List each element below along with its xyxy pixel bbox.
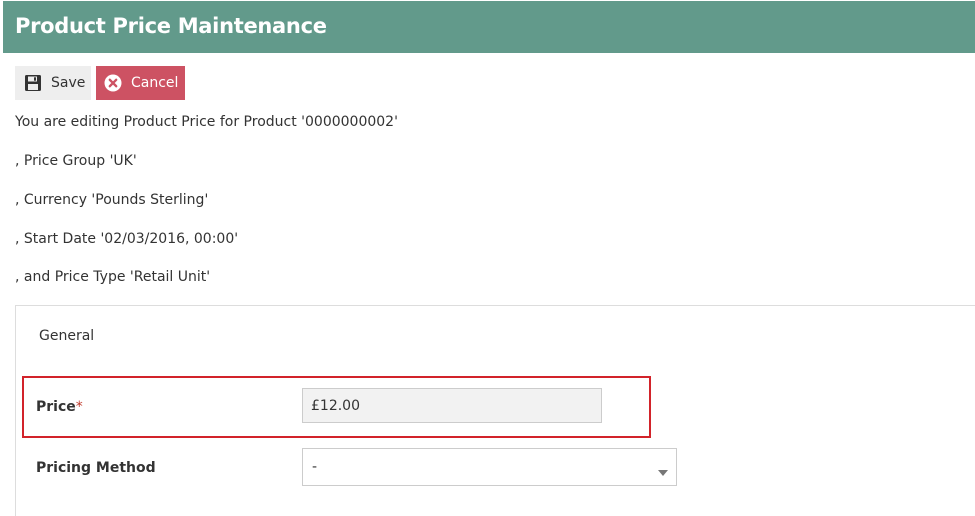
pricing-method-value: - — [312, 459, 318, 475]
page-title: Product Price Maintenance — [15, 14, 327, 38]
save-label: Save — [51, 75, 86, 91]
intro-line-currency: , Currency 'Pounds Sterling' — [15, 192, 209, 208]
save-button[interactable]: Save — [15, 66, 91, 100]
cancel-label: Cancel — [131, 75, 179, 91]
cancel-button[interactable]: Cancel — [96, 66, 185, 100]
intro-line-price-type: , and Price Type 'Retail Unit' — [15, 269, 211, 285]
price-input[interactable] — [302, 388, 602, 423]
panel-title: General — [39, 328, 95, 344]
required-marker: * — [75, 399, 83, 415]
pricing-method-select[interactable]: - — [302, 448, 677, 486]
page-header: Product Price Maintenance — [3, 1, 975, 53]
general-panel: General Price* Pricing Method - — [15, 305, 975, 516]
times-circle-icon — [104, 74, 122, 92]
floppy-disk-icon — [24, 74, 42, 92]
price-label-text: Price — [36, 399, 76, 415]
pricing-method-label: Pricing Method — [36, 460, 156, 476]
price-label: Price* — [36, 399, 83, 415]
app-frame: Product Price Maintenance Save Cancel Yo… — [3, 0, 975, 516]
intro-line-start-date: , Start Date '02/03/2016, 00:00' — [15, 231, 239, 247]
caret-down-icon — [658, 464, 668, 480]
intro-line-product: You are editing Product Price for Produc… — [15, 114, 398, 130]
intro-line-price-group: , Price Group 'UK' — [15, 153, 137, 169]
